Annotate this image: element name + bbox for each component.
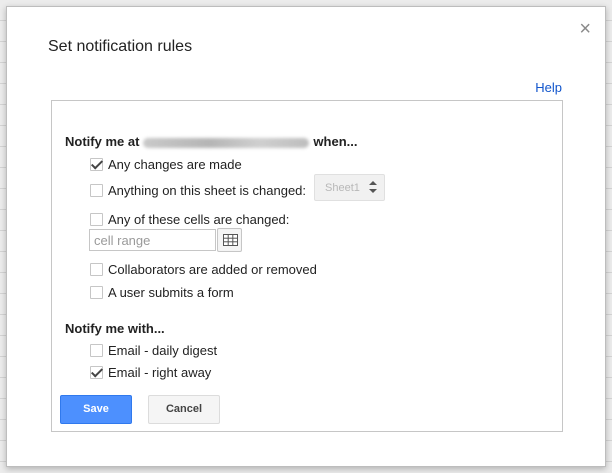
redacted-email: [143, 137, 310, 148]
notify-at-suffix: when...: [313, 134, 358, 149]
option-sheet-changed[interactable]: Anything on this sheet is changed:: [90, 183, 306, 198]
cells-changed-checkbox[interactable]: [90, 213, 103, 226]
notify-with-heading: Notify me with...: [65, 321, 165, 336]
collaborators-checkbox[interactable]: [90, 263, 103, 276]
select-range-button[interactable]: [217, 228, 242, 252]
sheet-select-value: Sheet1: [325, 182, 360, 194]
option-label: Email - right away: [108, 365, 212, 380]
sheet-changed-checkbox[interactable]: [90, 184, 103, 197]
right-away-checkbox[interactable]: [90, 366, 103, 379]
cell-range-input[interactable]: [89, 229, 216, 251]
option-daily-digest[interactable]: Email - daily digest: [90, 343, 217, 358]
close-icon[interactable]: ×: [579, 19, 591, 39]
form-submit-checkbox[interactable]: [90, 286, 103, 299]
save-button[interactable]: Save: [60, 395, 132, 424]
sheet-select[interactable]: Sheet1: [314, 174, 385, 201]
option-cells-changed[interactable]: Any of these cells are changed:: [90, 212, 289, 227]
notification-rules-dialog: Set notification rules × Help Notify me …: [6, 6, 606, 467]
cancel-button[interactable]: Cancel: [148, 395, 220, 424]
dialog-title: Set notification rules: [48, 38, 193, 55]
grid-icon: [223, 234, 238, 246]
option-any-changes[interactable]: Any changes are made: [90, 157, 242, 172]
option-label: Collaborators are added or removed: [108, 262, 317, 277]
option-label: Any of these cells are changed:: [108, 212, 290, 227]
option-form-submit[interactable]: A user submits a form: [90, 285, 234, 300]
help-link[interactable]: Help: [535, 80, 562, 95]
notify-at-prefix: Notify me at: [65, 134, 140, 149]
rules-panel: Notify me at when... Any changes are made…: [51, 100, 563, 432]
option-label: Anything on this sheet is changed:: [108, 183, 307, 198]
option-right-away[interactable]: Email - right away: [90, 365, 211, 380]
daily-digest-checkbox[interactable]: [90, 344, 103, 357]
option-label: Any changes are made: [108, 157, 242, 172]
notify-at-heading: Notify me at when...: [65, 134, 357, 149]
option-label: Email - daily digest: [108, 343, 218, 358]
option-collaborators[interactable]: Collaborators are added or removed: [90, 262, 317, 277]
select-arrows-icon: [369, 181, 377, 194]
option-label: A user submits a form: [108, 285, 234, 300]
any-changes-checkbox[interactable]: [90, 158, 103, 171]
